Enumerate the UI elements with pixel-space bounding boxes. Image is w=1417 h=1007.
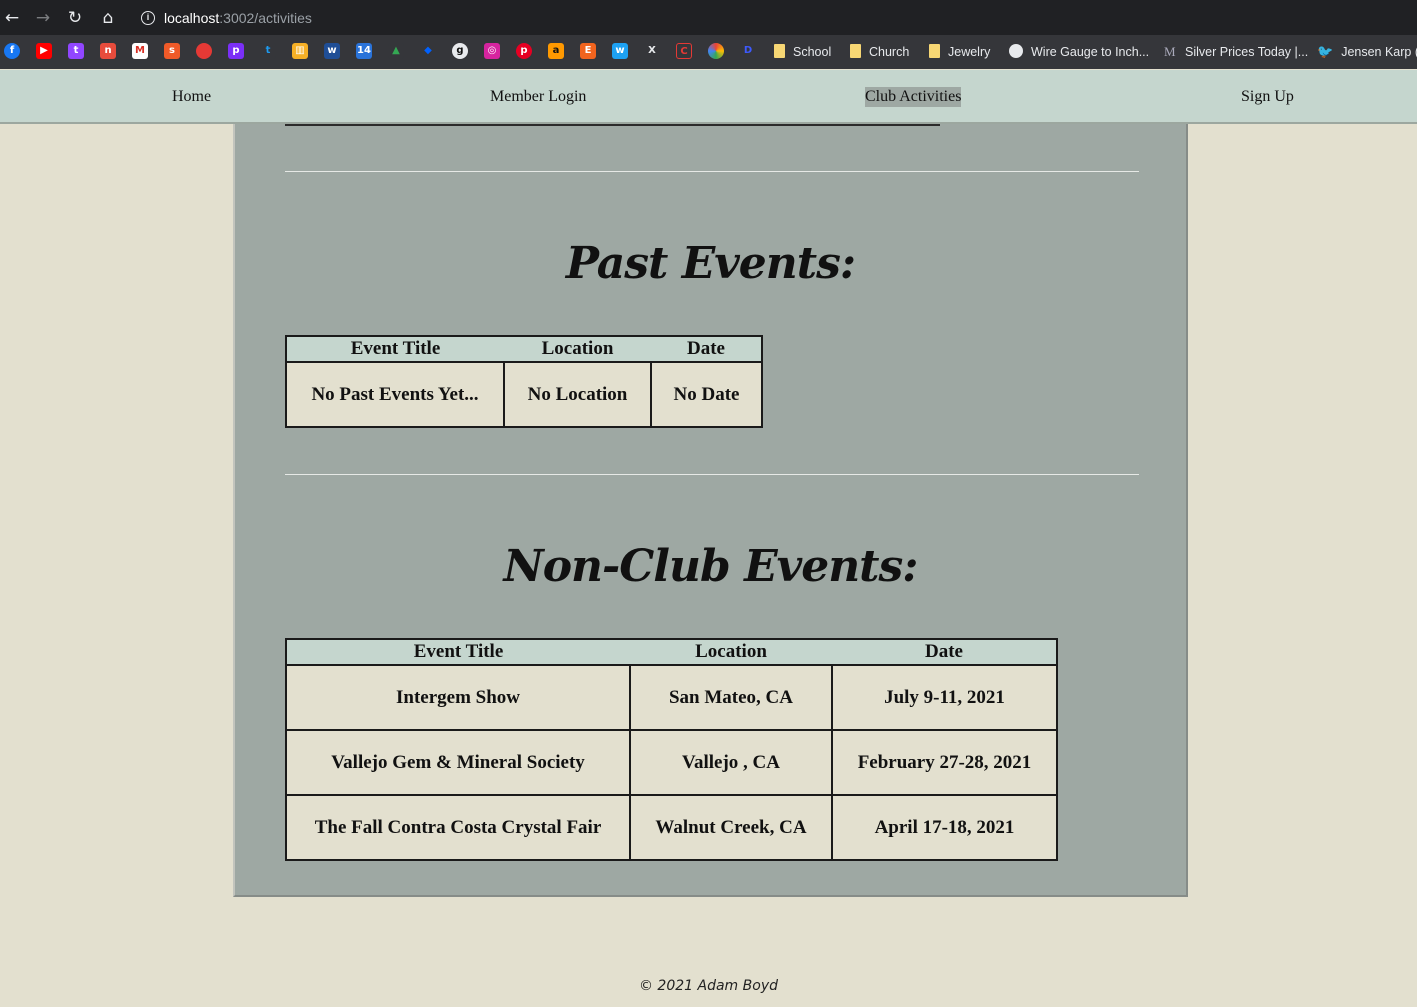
bookmark-silver-prices[interactable]: M Silver Prices Today |...	[1164, 35, 1308, 69]
nav-member-login-link[interactable]: Member Login	[490, 87, 586, 107]
gift-icon[interactable]: ▥	[292, 43, 308, 59]
table-cell: No Past Events Yet...	[285, 361, 505, 428]
twitter-icon[interactable]: t	[260, 43, 276, 59]
table-row: The Fall Contra Costa Crystal Fair Walnu…	[285, 794, 1058, 861]
table-header-row: Event Title Location Date	[286, 639, 1057, 665]
drive-icon[interactable]: ▲	[388, 43, 404, 59]
column-header: Event Title	[286, 336, 504, 362]
tomato-icon[interactable]	[196, 43, 212, 59]
nav-sign-up-link[interactable]: Sign Up	[1241, 87, 1294, 107]
table-cell: No Date	[650, 361, 763, 428]
home-icon[interactable]: ⌂	[97, 7, 119, 29]
folder-icon	[774, 44, 785, 58]
dropbox-icon[interactable]: ◆	[420, 43, 436, 59]
app-icon[interactable]: C	[676, 43, 692, 59]
site-info-icon[interactable]: i	[141, 11, 155, 25]
column-header: Location	[504, 336, 651, 362]
non-club-events-table: Event Title Location Date Intergem Show …	[285, 638, 1058, 861]
table-cell: Walnut Creek, CA	[629, 794, 833, 861]
news-icon[interactable]: n	[100, 43, 116, 59]
table-cell: Intergem Show	[285, 664, 631, 731]
facebook-icon[interactable]: f	[4, 43, 20, 59]
etsy-icon[interactable]: E	[580, 43, 596, 59]
bookmarks-bar: f ▶ t n M s p t ▥ w 14 ▲ ◆ g ◎ p a E w X…	[0, 35, 1417, 69]
globe-icon	[1009, 44, 1023, 58]
app-icon[interactable]: p	[228, 43, 244, 59]
gmail-icon[interactable]: M	[132, 43, 148, 59]
browser-toolbar: ← → ↻ ⌂ i localhost:3002/activities	[0, 0, 1417, 35]
content-panel: Past Events: Event Title Location Date N…	[233, 124, 1188, 897]
disney-icon[interactable]: D	[740, 43, 756, 59]
youtube-icon[interactable]: ▶	[36, 43, 52, 59]
back-icon[interactable]: ←	[1, 7, 23, 29]
table-cell: Vallejo Gem & Mineral Society	[285, 729, 631, 796]
divider	[285, 171, 1139, 172]
table-cell: Vallejo , CA	[629, 729, 833, 796]
column-header: Location	[630, 639, 832, 665]
amazon-icon[interactable]: a	[548, 43, 564, 59]
address-bar[interactable]: i localhost:3002/activities	[131, 4, 1417, 32]
table-row: Vallejo Gem & Mineral Society Vallejo , …	[285, 729, 1058, 796]
site-navbar: Home Member Login Club Activities Sign U…	[0, 70, 1417, 124]
nav-home-link[interactable]: Home	[172, 87, 211, 107]
bookmark-folder-jewelry[interactable]: Jewelry	[929, 35, 990, 69]
folder-icon	[929, 44, 940, 58]
twitter-icon: 🐦	[1317, 44, 1334, 59]
past-events-table: Event Title Location Date No Past Events…	[285, 335, 763, 428]
app-icon[interactable]: w	[612, 43, 628, 59]
reload-icon[interactable]: ↻	[64, 7, 86, 29]
weather-channel-icon[interactable]: w	[324, 43, 340, 59]
twitch-icon[interactable]: t	[68, 43, 84, 59]
divider	[285, 474, 1139, 475]
column-header: Date	[651, 336, 762, 362]
column-header: Event Title	[286, 639, 630, 665]
pinterest-icon[interactable]: p	[516, 43, 532, 59]
bookmark-folder-church[interactable]: Church	[850, 35, 909, 69]
instagram-icon[interactable]: ◎	[484, 43, 500, 59]
site-icon: M	[1164, 44, 1176, 59]
bookmark-wire-gauge[interactable]: Wire Gauge to Inch...	[1009, 35, 1149, 69]
shortcut-icon[interactable]: s	[164, 43, 180, 59]
table-cell: The Fall Contra Costa Crystal Fair	[285, 794, 631, 861]
table-cell: San Mateo, CA	[629, 664, 833, 731]
table-cell: April 17-18, 2021	[831, 794, 1058, 861]
table-cell: July 9-11, 2021	[831, 664, 1058, 731]
footer-copyright: © 2021 Adam Boyd	[638, 978, 778, 994]
calendar-icon[interactable]: 14	[356, 43, 372, 59]
table-row: No Past Events Yet... No Location No Dat…	[285, 361, 763, 428]
chrome-icon[interactable]	[708, 43, 724, 59]
non-club-events-heading: Non-Club Events:	[503, 541, 918, 592]
folder-icon	[850, 44, 861, 58]
bookmark-jensen-karp[interactable]: 🐦Jensen Karp (@	[1317, 35, 1417, 69]
url-text: localhost:3002/activities	[164, 10, 312, 26]
forward-icon[interactable]: →	[32, 7, 54, 29]
table-cell: February 27-28, 2021	[831, 729, 1058, 796]
bookmark-folder-school[interactable]: School	[774, 35, 831, 69]
table-cell: No Location	[503, 361, 652, 428]
table-bottom-border	[285, 124, 940, 126]
table-row: Intergem Show San Mateo, CA July 9-11, 2…	[285, 664, 1058, 731]
github-icon[interactable]: g	[452, 43, 468, 59]
table-header-row: Event Title Location Date	[286, 336, 762, 362]
column-header: Date	[832, 639, 1057, 665]
nav-club-activities-link[interactable]: Club Activities	[865, 87, 962, 107]
x-icon[interactable]: X	[644, 43, 660, 59]
past-events-heading: Past Events:	[565, 238, 856, 289]
